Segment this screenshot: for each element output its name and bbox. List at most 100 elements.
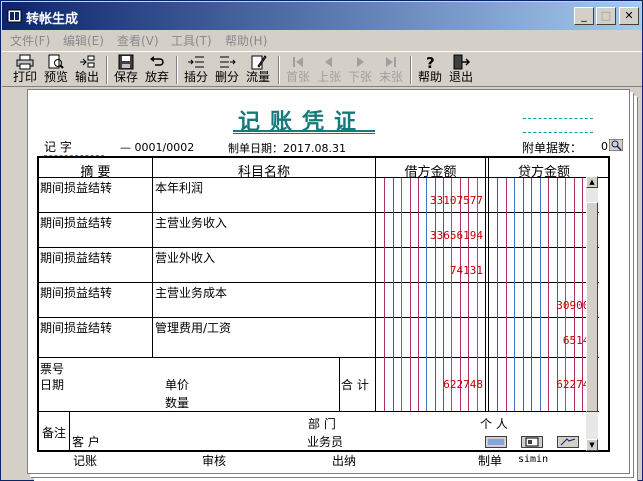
row-credit[interactable]: 65148: [489, 334, 596, 347]
menu-edit[interactable]: 编辑(E): [63, 32, 104, 49]
discard-button[interactable]: 放弃: [143, 54, 171, 86]
row-summary[interactable]: 期间损益结转: [40, 284, 112, 301]
digit-line: [582, 178, 583, 411]
save-icon: [118, 54, 134, 70]
row-debit[interactable]: 74131: [376, 264, 483, 277]
attachments-value[interactable]: 0: [601, 140, 608, 153]
lookup-icon[interactable]: [609, 139, 623, 151]
save-button[interactable]: 保存: [112, 54, 140, 86]
col-line: [69, 411, 70, 450]
header-credit: 贷方金额: [517, 165, 570, 180]
help-button[interactable]: ? 帮助: [416, 54, 444, 86]
row-debit[interactable]: 33656194: [376, 229, 483, 242]
digit-line: [435, 178, 436, 411]
row-summary[interactable]: 期间损益结转: [40, 179, 112, 196]
minimize-button[interactable]: _: [574, 7, 594, 25]
row-summary[interactable]: 期间损益结转: [40, 319, 112, 336]
window-title: 转帐生成: [26, 12, 79, 27]
header-account: 科目名称: [237, 165, 290, 180]
row-account[interactable]: 营业外收入: [155, 249, 215, 266]
digit-line: [523, 178, 524, 411]
row-summary[interactable]: 期间损益结转: [40, 214, 112, 231]
row-account[interactable]: 管理费用/工资: [155, 319, 231, 336]
digit-line: [393, 178, 394, 411]
row-account[interactable]: 主营业务收入: [155, 214, 227, 231]
toolbar-separator: [176, 56, 178, 84]
row-debit[interactable]: 33107577: [376, 194, 483, 207]
flow-label: 流量: [245, 70, 270, 84]
remarks-label: 备注: [42, 426, 67, 440]
insert-label: 插分: [183, 70, 208, 84]
pencil-icon: [251, 55, 267, 70]
toolbar: 打印 预览 输出 保存 放弃 插分 删分 流量 首张 上张 下张 末张 ? 帮助…: [2, 51, 642, 87]
col-line: [485, 158, 486, 411]
print-label: 打印: [12, 70, 37, 84]
printer-icon: [16, 54, 34, 70]
exit-label: 退出: [448, 70, 473, 84]
voucher-number[interactable]: — 0001/0002: [120, 141, 194, 154]
scroll-down-arrow[interactable]: ▼: [586, 439, 598, 451]
export-button[interactable]: 输出: [73, 54, 101, 86]
title-bar: 转帐生成 _ □ ✕: [2, 2, 642, 30]
card-icon[interactable]: [485, 436, 507, 448]
first-label: 首张: [285, 70, 310, 84]
menu-tools[interactable]: 工具(T): [171, 32, 212, 49]
digit-line: [443, 178, 444, 411]
dotted-line: [523, 132, 593, 133]
date-label: 日期: [40, 378, 65, 392]
scroll-up-arrow[interactable]: ▲: [586, 176, 598, 188]
delete-row-button[interactable]: 删分: [213, 54, 241, 86]
next-label: 下张: [347, 70, 372, 84]
person-label: 个 人: [480, 417, 508, 431]
row-credit[interactable]: 309000: [489, 299, 596, 312]
prev-page-button[interactable]: 上张: [315, 54, 343, 86]
scroll-thumb[interactable]: [586, 202, 598, 412]
voucher-type-field[interactable]: 记 字: [44, 138, 104, 156]
app-icon: [7, 9, 22, 23]
last-page-button[interactable]: 末张: [377, 54, 405, 86]
digit-line: [460, 178, 461, 411]
card-icon[interactable]: [557, 436, 579, 448]
prev-icon: [325, 57, 332, 67]
debit-total: 622748: [443, 378, 483, 391]
row-account[interactable]: 主营业务成本: [155, 284, 227, 301]
voucher-grid: 摘 要 科目名称 借方金额 贷方金额 期间损益结转 本年利润 33107577 …: [37, 156, 610, 452]
close-button[interactable]: ✕: [619, 7, 639, 25]
digit-line: [468, 178, 469, 411]
card-icon[interactable]: [521, 436, 543, 448]
row-summary[interactable]: 期间损益结转: [40, 249, 112, 266]
menu-help[interactable]: 帮助(H): [225, 32, 267, 49]
next-page-button[interactable]: 下张: [346, 54, 374, 86]
first-page-button[interactable]: 首张: [284, 54, 312, 86]
voucher-window: 转帐生成 _ □ ✕ 文件(F) 编辑(E) 查看(V) 工具(T) 帮助(H)…: [0, 0, 643, 481]
title-underline: [233, 133, 375, 134]
menu-file[interactable]: 文件(F): [10, 32, 50, 49]
maker-label: 制单: [478, 454, 503, 468]
next-icon: [357, 57, 364, 67]
preview-button[interactable]: 预览: [42, 54, 70, 86]
price-label: 单价: [165, 378, 190, 392]
ticket-label: 票号: [40, 362, 65, 376]
svg-text:?: ?: [426, 54, 435, 70]
save-label: 保存: [113, 70, 138, 84]
digit-line: [477, 178, 478, 411]
print-button[interactable]: 打印: [11, 54, 39, 86]
row-account[interactable]: 本年利润: [155, 179, 203, 196]
voucher-date[interactable]: 制单日期：2017.08.31: [228, 140, 346, 157]
digit-line: [384, 178, 385, 411]
maximize-button[interactable]: □: [596, 7, 616, 25]
menu-view[interactable]: 查看(V): [117, 32, 159, 49]
maker-name: simin: [518, 454, 549, 465]
credit-column-lines: [489, 178, 599, 411]
exit-button[interactable]: 退出: [447, 54, 475, 86]
insert-row-button[interactable]: 插分: [182, 54, 210, 86]
delete-label: 删分: [214, 70, 239, 84]
first-icon: [293, 57, 303, 67]
vertical-scrollbar[interactable]: ▲ ▼: [586, 176, 598, 451]
digit-line: [418, 178, 419, 411]
attachments-label: 附单据数：: [522, 141, 583, 155]
preview-icon: [48, 54, 64, 69]
customer-label: 客 户: [72, 435, 100, 449]
cash-flow-button[interactable]: 流量: [244, 54, 272, 86]
last-label: 末张: [378, 70, 403, 84]
